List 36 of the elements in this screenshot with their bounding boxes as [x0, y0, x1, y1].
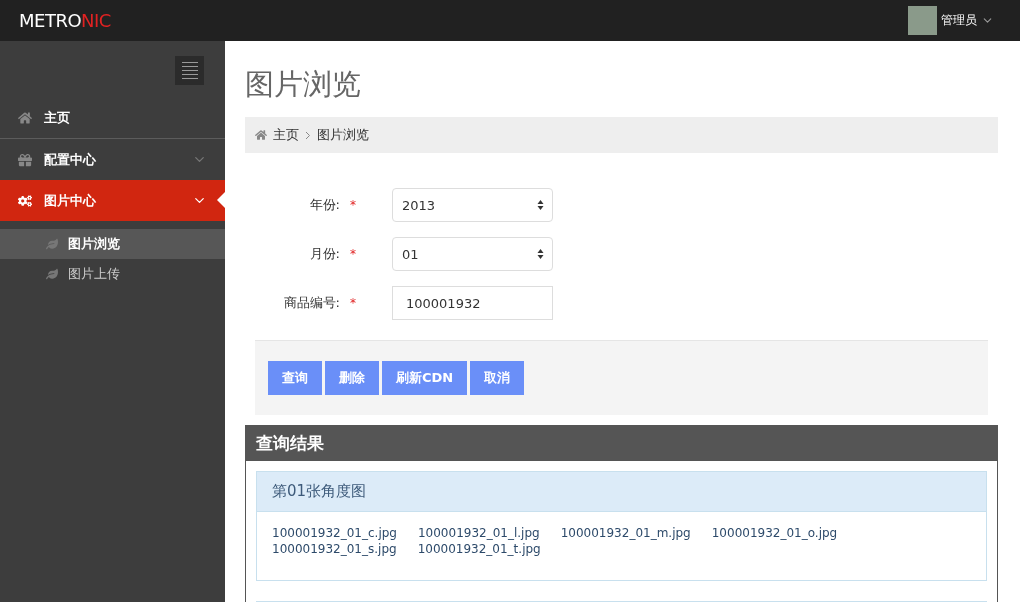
breadcrumb-link[interactable]: 主页: [273, 126, 299, 144]
required-mark: *: [349, 198, 357, 212]
file-link[interactable]: 100001932_01_o.jpg: [711, 526, 838, 540]
gift-icon: [18, 152, 32, 167]
group-title: 第01张角度图: [257, 472, 986, 512]
user-name[interactable]: 管理员: [941, 12, 977, 29]
leaf-icon: [46, 238, 58, 250]
page-title: 图片浏览: [245, 66, 362, 103]
field-label: 月份:: [308, 245, 340, 263]
breadcrumb-link[interactable]: 图片浏览: [317, 126, 369, 144]
file-link[interactable]: 100001932_01_s.jpg: [272, 542, 397, 556]
file-link[interactable]: 100001932_01_m.jpg: [560, 526, 691, 540]
panel-title: 查询结果: [246, 426, 997, 461]
sidebar-item[interactable]: 配置中心: [0, 139, 225, 180]
file-link[interactable]: 100001932_01_t.jpg: [417, 542, 541, 556]
field-label: 商品编号:: [282, 294, 340, 312]
home-icon: [18, 110, 32, 125]
input-field[interactable]: 100001932: [392, 286, 553, 320]
required-mark: *: [349, 296, 357, 310]
field-label: 年份:: [308, 196, 340, 214]
chevron-right-icon: [305, 130, 311, 140]
gears-icon: [18, 193, 32, 208]
required-mark: *: [349, 247, 357, 261]
spinner-arrows-icon: [537, 248, 544, 260]
sidebar-item[interactable]: 图片中心: [0, 180, 225, 221]
file-link[interactable]: 100001932_01_c.jpg: [272, 526, 397, 540]
submenu-item[interactable]: 图片上传: [0, 259, 225, 289]
leaf-icon: [46, 268, 58, 280]
spinner-arrows-icon: [537, 199, 544, 211]
home-icon: [255, 129, 267, 141]
file-link[interactable]: 100001932_01_l.jpg: [417, 526, 540, 540]
select-field[interactable]: 01: [392, 237, 553, 271]
submenu-item[interactable]: 图片浏览: [0, 229, 225, 259]
logo: METRONIC: [19, 10, 111, 31]
select-field[interactable]: 2013: [392, 188, 553, 222]
menu-toggle-button[interactable]: [175, 56, 204, 85]
